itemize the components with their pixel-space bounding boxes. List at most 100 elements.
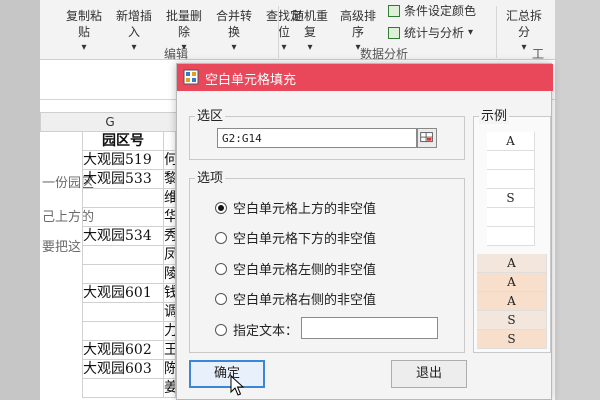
summary-split-label-1: 汇总拆 — [505, 9, 542, 23]
radio-right[interactable] — [215, 292, 227, 305]
app-icon — [183, 69, 199, 85]
option-right[interactable]: 空白单元格右侧的非空值 — [215, 289, 376, 308]
summary-split-label-2: 分 — [517, 25, 530, 39]
cell-park-number[interactable] — [82, 189, 164, 208]
selection-label: 选区 — [195, 105, 226, 124]
stats-analysis-label: 统计与分析 — [404, 26, 465, 40]
blank-fill-dialog: 空白单元格填充 选区 选项 空白单元格上方的非空值 空白单元格下方的非空值 空白… — [176, 63, 553, 400]
example-after-cell: S — [477, 311, 547, 330]
cell-park-number[interactable] — [82, 208, 164, 227]
chevron-down-icon: ▾ — [307, 42, 313, 53]
mouse-cursor-icon — [230, 375, 244, 396]
copy-paste-button[interactable]: 复制粘 贴 ▾ — [60, 8, 108, 56]
chevron-down-icon: ▾ — [468, 27, 474, 38]
random-repeat-label-1: 随机重 — [291, 9, 328, 23]
example-before-cell — [487, 151, 535, 170]
range-input[interactable] — [217, 128, 417, 148]
cell-name[interactable]: 姜 — [164, 379, 176, 398]
background-window-edge — [0, 0, 40, 400]
cell-name[interactable]: 凤 — [164, 246, 176, 265]
cell-name[interactable]: 钱 — [164, 284, 176, 303]
batch-delete-label-2: 除 — [177, 25, 190, 39]
example-before-cell — [487, 208, 535, 227]
merge-convert-label-1: 合并转 — [215, 9, 252, 23]
group-divider — [278, 6, 279, 58]
cell-name[interactable]: 陵 — [164, 265, 176, 284]
stats-analysis-button[interactable]: 统计与分析 ▾ — [388, 24, 473, 41]
advanced-sort-label-1: 高级排 — [339, 9, 376, 23]
cell-name[interactable]: 黎 — [164, 170, 176, 189]
random-repeat-button[interactable]: 随机重 复 ▾ — [286, 8, 334, 56]
conditional-color-button[interactable]: 条件设定颜色 — [388, 2, 476, 19]
radio-above[interactable] — [215, 201, 227, 214]
stats-icon — [388, 26, 400, 39]
cell-park-number[interactable] — [82, 322, 164, 341]
insert-label-2: 入 — [127, 25, 140, 39]
option-custom-text[interactable]: 指定文本： — [215, 320, 298, 339]
cell-park-number[interactable] — [82, 246, 164, 265]
example-after-cell: A — [477, 292, 547, 311]
custom-text-input[interactable] — [301, 317, 438, 339]
radio-below[interactable] — [215, 231, 227, 244]
dialog-title: 空白单元格填充 — [205, 73, 297, 88]
example-before-cell: A — [487, 132, 535, 151]
cell-name[interactable]: 调 — [164, 303, 176, 322]
cell-park-number[interactable]: 大观园534 — [82, 227, 164, 246]
cell-park-number[interactable]: 大观园519 — [82, 151, 164, 170]
example-after-cell: A — [477, 254, 547, 273]
copy-paste-label-1: 复制粘 — [65, 9, 102, 23]
option-below-label: 空白单元格下方的非空值 — [233, 232, 377, 247]
merge-convert-button[interactable]: 合并转 换 ▾ — [210, 8, 258, 56]
cell-park-number[interactable]: 大观园603 — [82, 360, 164, 379]
chevron-down-icon: ▾ — [231, 42, 237, 53]
cell-name[interactable]: 维 — [164, 189, 176, 208]
example-before-cell — [487, 227, 535, 246]
chevron-down-icon: ▾ — [131, 42, 137, 53]
cell-park-number[interactable] — [82, 303, 164, 322]
exit-button[interactable]: 退出 — [391, 360, 467, 388]
cell-park-number[interactable] — [82, 265, 164, 284]
cell-park-number[interactable]: 大观园601 — [82, 284, 164, 303]
header-cell-park-number[interactable]: 园区号 — [82, 131, 164, 151]
option-custom-text-label: 指定文本： — [233, 324, 299, 339]
ribbon-toolbar: 复制粘 贴 ▾ 新增插 入 ▾ 批量删 除 ▾ 合并转 换 ▾ 查找定 位 ▾ … — [40, 0, 555, 78]
cell-name[interactable]: 华 — [164, 208, 176, 227]
background-window-edge-right — [555, 0, 600, 400]
dialog-titlebar[interactable]: 空白单元格填充 — [177, 64, 553, 91]
cell-park-number[interactable]: 大观园602 — [82, 341, 164, 360]
cell-park-number[interactable]: 大观园533 — [82, 170, 164, 189]
background-text-3: 要把这 — [42, 240, 82, 255]
merge-convert-label-2: 换 — [227, 25, 240, 39]
color-icon — [388, 4, 400, 17]
example-after-cell: A — [477, 273, 547, 292]
option-below[interactable]: 空白单元格下方的非空值 — [215, 228, 376, 247]
advanced-sort-label-2: 序 — [351, 25, 364, 39]
cell-name[interactable]: 王 — [164, 341, 176, 360]
chevron-down-icon: ▾ — [81, 42, 87, 53]
range-select-button[interactable] — [417, 128, 437, 148]
option-right-label: 空白单元格右侧的非空值 — [233, 293, 377, 308]
radio-custom-text[interactable] — [215, 323, 227, 336]
cell-name[interactable]: 秀 — [164, 227, 176, 246]
batch-delete-label-1: 批量删 — [165, 9, 202, 23]
cell-name[interactable]: 力 — [164, 322, 176, 341]
option-left[interactable]: 空白单元格左侧的非空值 — [215, 259, 376, 278]
cell-name[interactable]: 陈 — [164, 360, 176, 379]
ok-button[interactable]: 确定 — [189, 360, 265, 388]
header-cell-next[interactable] — [164, 131, 176, 151]
example-before-cell: S — [487, 189, 535, 208]
radio-left[interactable] — [215, 262, 227, 275]
cell-park-number[interactable] — [82, 379, 164, 398]
column-header-g[interactable]: G — [40, 112, 180, 132]
range-picker-icon — [420, 132, 433, 143]
group-divider — [496, 6, 497, 58]
cell-name[interactable]: 何 — [164, 151, 176, 170]
option-above[interactable]: 空白单元格上方的非空值 — [215, 198, 376, 217]
example-before-cell — [487, 170, 535, 189]
option-above-label: 空白单元格上方的非空值 — [233, 202, 377, 217]
insert-label-1: 新增插 — [115, 9, 152, 23]
copy-paste-label-2: 贴 — [77, 25, 90, 39]
insert-button[interactable]: 新增插 入 ▾ — [110, 8, 158, 56]
example-after-cell: S — [477, 330, 547, 349]
random-repeat-label-2: 复 — [303, 25, 316, 39]
